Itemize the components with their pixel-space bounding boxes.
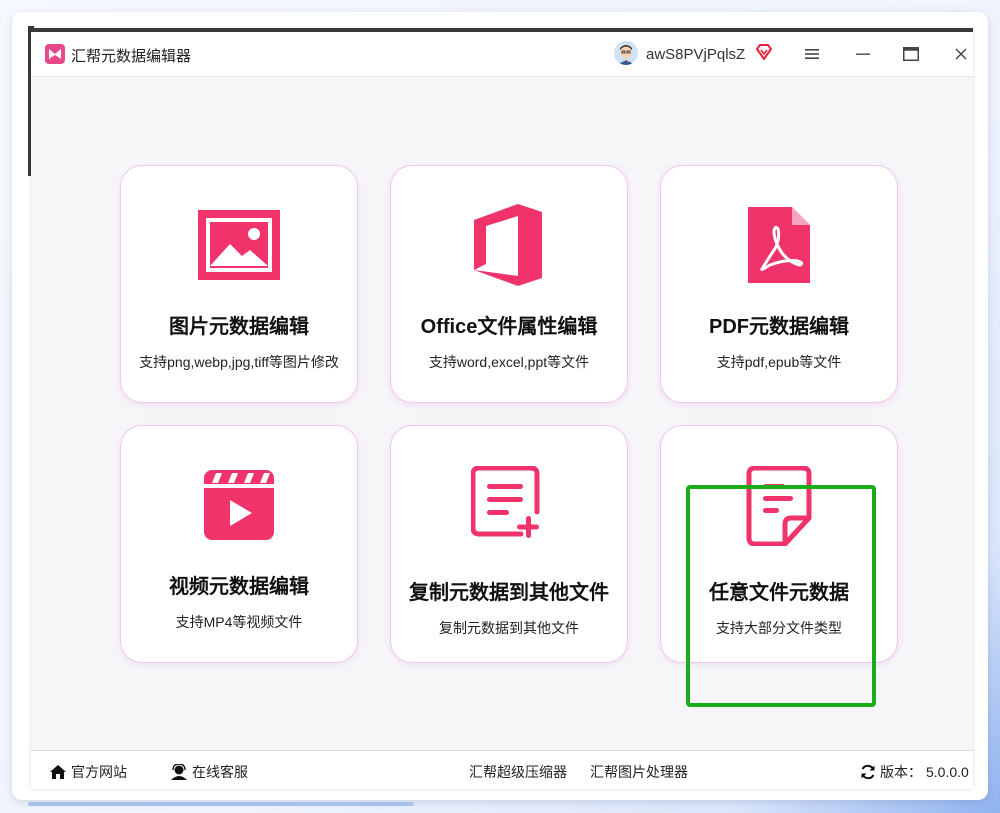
office-properties-card[interactable]: Office文件属性编辑 支持word,excel,ppt等文件: [390, 165, 628, 403]
official-website-label: 官方网站: [71, 764, 127, 780]
app-window: 汇帮元数据编辑器 awS8PVjPqlsZ 图片元数据编辑 支持png,webp…: [31, 28, 973, 789]
app-title: 汇帮元数据编辑器: [71, 48, 192, 65]
home-icon: [50, 765, 66, 779]
document-icon: [745, 465, 813, 551]
main-content: 图片元数据编辑 支持png,webp,jpg,tiff等图片修改 Office文…: [31, 77, 973, 750]
card-title: Office文件属性编辑: [420, 316, 598, 338]
card-description: 支持word,excel,ppt等文件: [428, 354, 590, 370]
close-button[interactable]: [946, 40, 976, 68]
compressor-link[interactable]: 汇帮超级压缩器: [469, 762, 567, 782]
card-title: 图片元数据编辑: [169, 316, 309, 338]
card-description: 支持png,webp,jpg,tiff等图片修改: [139, 354, 339, 370]
online-support-link[interactable]: 在线客服: [170, 762, 248, 782]
menu-button[interactable]: [797, 40, 827, 68]
office-icon: [474, 204, 544, 291]
hamburger-menu-icon: [805, 49, 819, 59]
version-number: 5.0.0.0: [926, 764, 969, 780]
image-icon: [198, 210, 280, 285]
image-metadata-card[interactable]: 图片元数据编辑 支持png,webp,jpg,tiff等图片修改: [120, 165, 358, 403]
user-avatar[interactable]: [614, 41, 638, 65]
app-logo-icon: [45, 44, 65, 64]
card-title: 任意文件元数据: [709, 582, 849, 604]
copy-metadata-card[interactable]: 复制元数据到其他文件 复制元数据到其他文件: [390, 425, 628, 663]
vip-diamond-icon[interactable]: [755, 44, 773, 65]
online-support-label: 在线客服: [192, 764, 248, 780]
any-file-metadata-card[interactable]: 任意文件元数据 支持大部分文件类型: [660, 425, 898, 663]
background-progress-bar: [28, 802, 414, 806]
refresh-icon: [861, 764, 875, 780]
card-description: 支持pdf,epub等文件: [716, 354, 842, 370]
version-info[interactable]: 版本： 5.0.0.0: [860, 762, 969, 782]
card-description: 复制元数据到其他文件: [439, 620, 579, 636]
user-name[interactable]: awS8PVjPqlsZ: [646, 46, 745, 63]
official-website-link[interactable]: 官方网站: [49, 762, 127, 782]
video-metadata-card[interactable]: 视频元数据编辑 支持MP4等视频文件: [120, 425, 358, 663]
card-title: PDF元数据编辑: [709, 316, 849, 338]
minimize-button[interactable]: [848, 40, 878, 68]
card-title: 复制元数据到其他文件: [409, 582, 609, 604]
close-icon: [955, 48, 967, 60]
copy-document-icon: [470, 465, 547, 547]
image-processor-link[interactable]: 汇帮图片处理器: [590, 762, 688, 782]
card-description: 支持MP4等视频文件: [175, 614, 303, 630]
card-description: 支持大部分文件类型: [716, 620, 842, 636]
video-icon: [204, 470, 274, 545]
title-bar: 汇帮元数据编辑器 awS8PVjPqlsZ: [31, 32, 973, 77]
pdf-metadata-card[interactable]: PDF元数据编辑 支持pdf,epub等文件: [660, 165, 898, 403]
maximize-icon: [903, 47, 919, 61]
maximize-button[interactable]: [896, 40, 926, 68]
minimize-icon: [856, 53, 870, 55]
footer-bar: 官方网站 在线客服 汇帮超级压缩器 汇帮图片处理器 版本： 5.0.0.0: [31, 750, 973, 789]
pdf-icon: [748, 207, 810, 288]
version-label: 版本：: [880, 764, 922, 780]
card-title: 视频元数据编辑: [169, 576, 309, 598]
customer-service-icon: [171, 764, 187, 780]
